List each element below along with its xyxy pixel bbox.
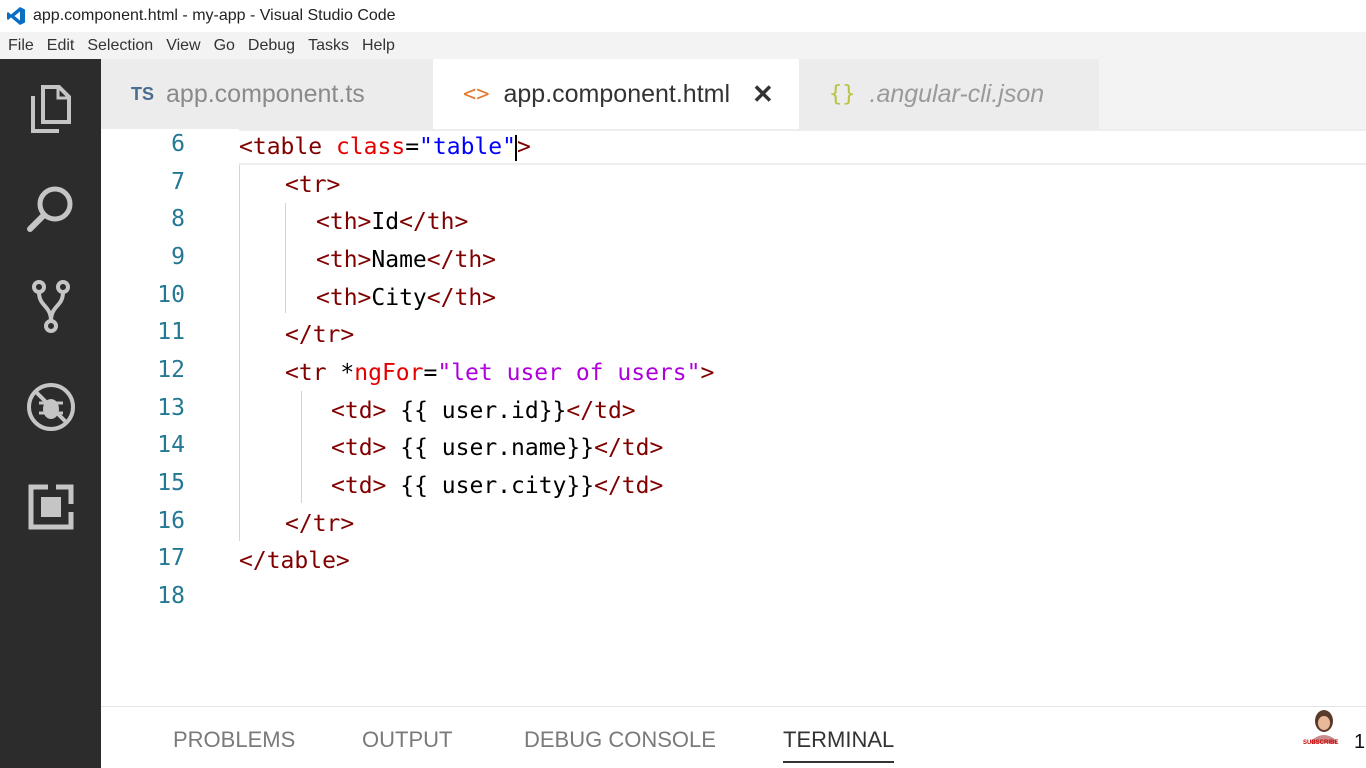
line-number: 9 (171, 244, 185, 270)
code-line-6: <table class="table"> (239, 134, 531, 161)
line-number: 11 (157, 319, 185, 345)
line-number: 10 (157, 282, 185, 308)
code-line-9: <th>Name</th> (316, 247, 497, 273)
tab-app-component-html[interactable]: <> app.component.html ✕ (433, 59, 799, 129)
indent-guide (239, 165, 240, 541)
source-control-icon[interactable] (0, 267, 101, 347)
bottom-panel: PROBLEMS OUTPUT DEBUG CONSOLE TERMINAL S… (101, 706, 1366, 768)
code-line-16: </tr> (285, 511, 355, 537)
code-line-14: <td> {{ user.name}}</td> (331, 435, 664, 461)
line-number: 14 (157, 432, 185, 458)
line-number: 15 (157, 470, 185, 496)
tab-app-component-ts[interactable]: TS app.component.ts (101, 59, 433, 129)
code-line-8: <th>Id</th> (316, 209, 469, 235)
menu-selection[interactable]: Selection (87, 37, 153, 55)
code-line-7: <tr> (285, 172, 341, 198)
code-line-15: <td> {{ user.city}}</td> (331, 473, 664, 499)
line-number: 8 (171, 206, 185, 232)
explorer-icon[interactable] (0, 69, 101, 149)
typescript-file-icon: TS (131, 83, 155, 104)
tab-label: app.component.html (503, 79, 731, 108)
presenter-avatar: SUBSCRIBE (1303, 707, 1343, 749)
editor-tab-bar: TS app.component.ts <> app.component.htm… (101, 59, 1366, 129)
search-icon[interactable] (0, 169, 101, 249)
debug-icon[interactable] (0, 367, 101, 447)
tab-debug-console[interactable]: DEBUG CONSOLE (524, 727, 716, 753)
subscribe-label: SUBSCRIBE (1303, 740, 1339, 746)
line-number: 18 (157, 583, 185, 609)
line-number: 17 (157, 545, 185, 571)
edge-glyph: 1 (1354, 731, 1366, 754)
tab-output[interactable]: OUTPUT (362, 727, 452, 753)
title-bar: app.component.html - my-app - Visual Stu… (0, 0, 1366, 32)
menu-bar: File Edit Selection View Go Debug Tasks … (0, 32, 1366, 59)
indent-guide (301, 391, 302, 503)
line-number: 12 (157, 357, 185, 383)
activity-bar (0, 59, 101, 768)
code-line-10: <th>City</th> (316, 285, 497, 311)
tab-problems[interactable]: PROBLEMS (173, 727, 295, 753)
json-file-icon: {} (829, 81, 856, 107)
code-line-11: </tr> (285, 322, 355, 348)
window-title: app.component.html - my-app - Visual Stu… (33, 7, 396, 24)
code-line-13: <td> {{ user.id}}</td> (331, 398, 636, 424)
extensions-icon[interactable] (0, 467, 101, 547)
menu-debug[interactable]: Debug (248, 37, 295, 55)
line-number: 7 (171, 169, 185, 195)
line-number: 16 (157, 508, 185, 534)
close-tab-icon[interactable]: ✕ (752, 79, 774, 110)
menu-edit[interactable]: Edit (47, 37, 75, 55)
code-line-17: </table> (239, 548, 350, 574)
line-number: 13 (157, 395, 185, 421)
indent-guide (285, 203, 286, 313)
code-line-12: <tr *ngFor="let user of users"> (285, 360, 715, 386)
tab-angular-cli-json[interactable]: {} .angular-cli.json (799, 59, 1099, 129)
vscode-logo-icon (5, 5, 27, 27)
tab-label: app.component.ts (166, 79, 365, 108)
menu-go[interactable]: Go (214, 37, 235, 55)
tab-label: .angular-cli.json (869, 79, 1045, 108)
menu-help[interactable]: Help (362, 37, 395, 55)
menu-file[interactable]: File (8, 37, 34, 55)
line-number: 6 (171, 131, 185, 157)
tab-terminal[interactable]: TERMINAL (783, 727, 895, 763)
html-file-icon: <> (463, 81, 490, 107)
menu-view[interactable]: View (166, 37, 200, 55)
code-editor[interactable]: 6 7 8 9 10 11 12 13 14 15 16 17 18 <tabl… (101, 129, 1366, 706)
menu-tasks[interactable]: Tasks (308, 37, 349, 55)
